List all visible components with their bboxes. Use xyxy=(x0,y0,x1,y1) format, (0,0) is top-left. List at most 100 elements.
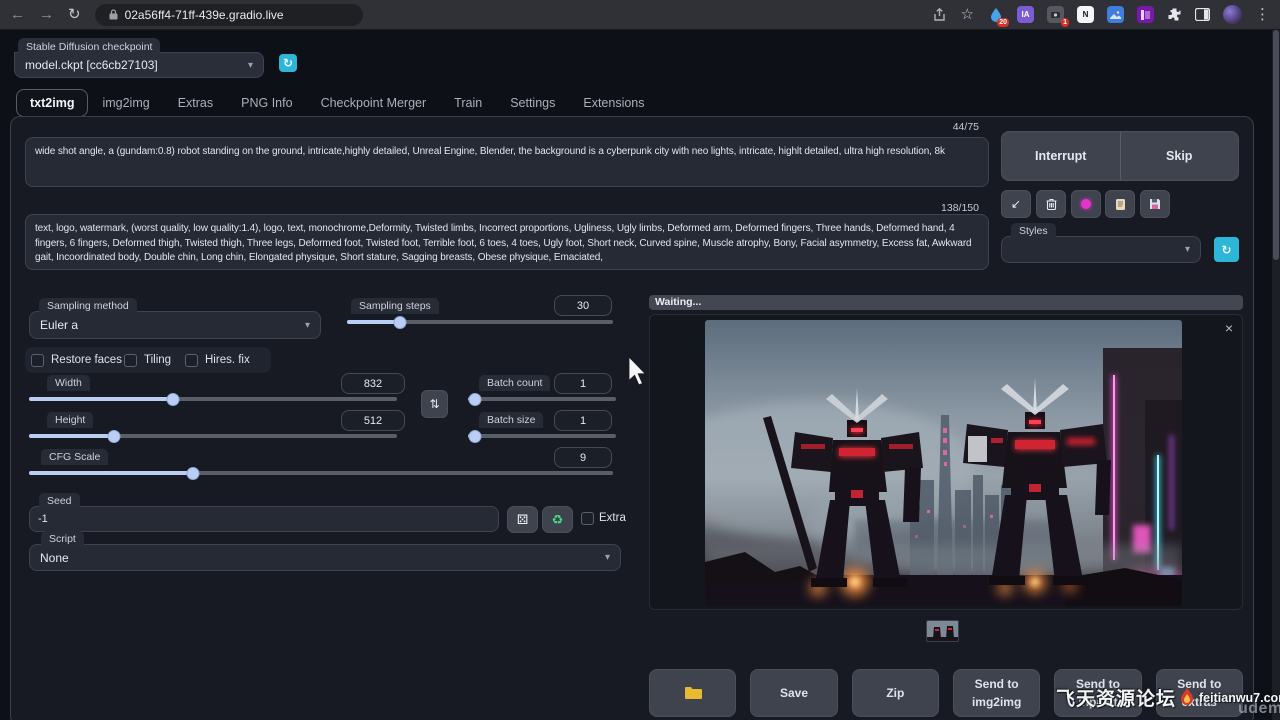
extension-badge: 20 xyxy=(997,18,1009,27)
tab-settings[interactable]: Settings xyxy=(496,90,569,116)
tab-txt2img[interactable]: txt2img xyxy=(16,89,88,117)
tiling-label: Tiling xyxy=(144,354,171,366)
back-icon[interactable]: ← xyxy=(10,7,25,22)
script-dropdown[interactable]: None ▾ xyxy=(29,544,621,571)
slider-knob[interactable] xyxy=(394,316,407,329)
checkpoint-label: Stable Diffusion checkpoint xyxy=(18,38,160,55)
refresh-styles-button[interactable]: ↻ xyxy=(1214,237,1239,262)
cfg-scale-slider[interactable] xyxy=(29,467,613,479)
batch-size-slider[interactable] xyxy=(468,430,616,442)
sampling-method-dropdown[interactable]: Euler a ▾ xyxy=(29,311,321,339)
width-slider[interactable] xyxy=(29,393,397,405)
gallery-thumbnail[interactable] xyxy=(926,620,959,642)
profile-avatar[interactable] xyxy=(1223,5,1242,24)
slider-knob[interactable] xyxy=(469,393,482,406)
chevron-down-icon: ▾ xyxy=(248,60,253,71)
trash-icon xyxy=(1046,198,1057,210)
batch-count-input[interactable] xyxy=(554,373,612,394)
batch-count-label: Batch count xyxy=(479,375,550,391)
width-label: Width xyxy=(47,375,90,391)
share-icon[interactable] xyxy=(933,8,948,22)
tab-extensions[interactable]: Extensions xyxy=(569,90,658,116)
notepad-icon xyxy=(1115,198,1126,211)
extension-ia-icon[interactable]: IA xyxy=(1017,6,1034,23)
extra-seed-checkbox[interactable] xyxy=(581,512,594,525)
slider-knob[interactable] xyxy=(469,430,482,443)
tab-train[interactable]: Train xyxy=(440,90,496,116)
open-folder-button[interactable] xyxy=(649,669,736,717)
extension-colorpick-icon[interactable]: 20 xyxy=(987,6,1004,23)
skip-button[interactable]: Skip xyxy=(1121,132,1239,180)
tiling-checkbox[interactable] xyxy=(124,354,137,367)
swap-dimensions-button[interactable]: ⇅ xyxy=(421,390,448,418)
slider-knob[interactable] xyxy=(107,430,120,443)
refresh-icon: ↻ xyxy=(283,56,293,70)
scrollbar-thumb[interactable] xyxy=(1273,30,1279,260)
sampling-steps-slider[interactable] xyxy=(347,316,613,328)
zip-button[interactable]: Zip xyxy=(852,669,939,717)
prompt-input[interactable]: wide shot angle, a (gundam:0.8) robot st… xyxy=(25,137,989,187)
generated-image[interactable] xyxy=(705,320,1182,606)
height-slider[interactable] xyxy=(29,430,397,442)
hires-fix-label: Hires. fix xyxy=(205,354,250,366)
seed-input[interactable] xyxy=(29,506,499,532)
chevron-down-icon: ▾ xyxy=(305,320,310,331)
extension-dark-icon[interactable]: 1 xyxy=(1047,6,1064,23)
stable-diffusion-webui-page: ← → ↻ 02a56ff4-71ff-439e.gradio.live ☆ 2… xyxy=(0,0,1280,720)
width-input[interactable] xyxy=(341,373,405,394)
watermark-forum-text: 飞天资源论坛 xyxy=(1056,684,1176,711)
forward-icon[interactable]: → xyxy=(39,7,54,22)
tab-extras[interactable]: Extras xyxy=(164,90,227,116)
slider-knob[interactable] xyxy=(186,467,199,480)
refresh-checkpoint-button[interactable]: ↻ xyxy=(279,54,297,72)
tab-img2img[interactable]: img2img xyxy=(88,90,163,116)
save-style-button[interactable] xyxy=(1140,190,1170,218)
checkpoint-dropdown[interactable]: model.ckpt [cc6cb27103] ▾ xyxy=(14,52,264,78)
browser-toolbar: ← → ↻ 02a56ff4-71ff-439e.gradio.live ☆ 2… xyxy=(0,0,1280,30)
address-bar[interactable]: 02a56ff4-71ff-439e.gradio.live xyxy=(95,4,363,26)
script-value: None xyxy=(40,551,69,565)
extension-image-icon[interactable] xyxy=(1107,6,1124,23)
close-icon[interactable]: × xyxy=(1225,321,1233,335)
hires-fix-checkbox[interactable] xyxy=(185,354,198,367)
random-seed-button[interactable]: ⚄ xyxy=(507,506,538,533)
menu-kebab-icon[interactable]: ⋮ xyxy=(1255,7,1270,22)
extension-notion-icon[interactable]: N xyxy=(1077,6,1094,23)
save-button[interactable]: Save xyxy=(750,669,837,717)
send-to-img2img-button[interactable]: Send to img2img xyxy=(953,669,1040,717)
side-panel-icon[interactable] xyxy=(1195,8,1210,21)
styles-dropdown[interactable]: ▾ xyxy=(1001,236,1201,263)
tab-checkpoint-merger[interactable]: Checkpoint Merger xyxy=(307,90,441,116)
cfg-scale-label: CFG Scale xyxy=(41,449,108,465)
restore-faces-checkbox[interactable] xyxy=(31,354,44,367)
script-label: Script xyxy=(41,531,84,547)
extra-networks-button[interactable] xyxy=(1071,190,1101,218)
tab-png-info[interactable]: PNG Info xyxy=(227,90,306,116)
lock-icon xyxy=(109,9,118,20)
progress-bar: Waiting... xyxy=(649,295,1243,310)
prompt-token-counter: 44/75 xyxy=(869,121,979,133)
batch-count-slider[interactable] xyxy=(468,393,616,405)
batch-size-input[interactable] xyxy=(554,410,612,431)
extension-onenote-icon[interactable] xyxy=(1137,6,1154,23)
bookmark-star-icon[interactable]: ☆ xyxy=(961,7,974,22)
dice-icon: ⚄ xyxy=(517,512,528,528)
batch-size-label: Batch size xyxy=(479,412,543,428)
magenta-dot-icon xyxy=(1081,199,1091,209)
extensions-puzzle-icon[interactable] xyxy=(1167,7,1182,22)
apply-style-button[interactable] xyxy=(1105,190,1135,218)
interrupt-button[interactable]: Interrupt xyxy=(1002,132,1121,180)
reuse-seed-button[interactable]: ♻ xyxy=(542,506,573,533)
watermark-site-text: feitianwu7.com xyxy=(1199,691,1280,705)
reload-icon[interactable]: ↻ xyxy=(68,7,81,22)
height-input[interactable] xyxy=(341,410,405,431)
page-scrollbar[interactable] xyxy=(1272,30,1280,720)
negative-prompt-input[interactable]: text, logo, watermark, (worst quality, l… xyxy=(25,214,989,270)
cfg-scale-input[interactable] xyxy=(554,447,612,468)
folder-icon xyxy=(684,686,702,700)
clear-prompt-button[interactable] xyxy=(1036,190,1066,218)
chevron-down-icon: ▾ xyxy=(605,552,610,563)
paste-params-button[interactable]: ↙ xyxy=(1001,190,1031,218)
slider-knob[interactable] xyxy=(166,393,179,406)
sampling-steps-input[interactable] xyxy=(554,295,612,316)
